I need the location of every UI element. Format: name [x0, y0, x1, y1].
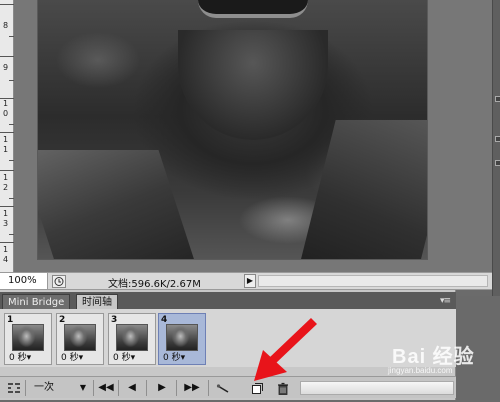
loop-options-select[interactable]: 一次 ▼ [28, 379, 90, 397]
trash-icon [278, 382, 288, 395]
timeline-toolbar: 一次 ▼ ◀◀ ◀ ▶ ▶▶ [0, 376, 456, 398]
next-frame-button[interactable]: ▶▶ [180, 379, 204, 397]
frame-thumbnail [12, 324, 44, 351]
duplicate-frame-button[interactable] [248, 379, 266, 397]
ruler-label: 1 [3, 173, 9, 182]
status-menu-arrow-button[interactable]: ▶ [244, 274, 256, 288]
timeline-panel: Mini Bridge 时间轴 ▾≡ 1 0 秒▾ 2 0 秒▾ 3 0 秒▾ … [0, 290, 456, 400]
toolbar-divider [118, 380, 119, 396]
animation-frame-1[interactable]: 1 0 秒▾ [4, 313, 52, 365]
frame-delay-dropdown[interactable]: 0 秒▾ [9, 350, 31, 363]
ruler-tick [0, 206, 14, 207]
toolbar-divider [25, 380, 26, 396]
frame-delay-dropdown[interactable]: 0 秒▾ [113, 350, 135, 363]
ruler-label: 2 [3, 183, 9, 192]
panel-tab-bar: Mini Bridge 时间轴 ▾≡ [0, 292, 456, 309]
ruler-label: 3 [3, 219, 9, 228]
image-collar-right [298, 120, 427, 259]
document-size-info: 文档:596.6K/2.67M [108, 279, 201, 290]
frame-thumbnail [116, 324, 148, 351]
toolbar-divider [146, 380, 147, 396]
panel-dock-background [456, 296, 500, 400]
document-canvas[interactable] [14, 0, 492, 272]
clock-icon [54, 277, 64, 286]
panel-menu-icon[interactable]: ▾≡ [440, 296, 451, 306]
play-button[interactable]: ▶ [152, 379, 172, 397]
animation-frame-3[interactable]: 3 0 秒▾ [108, 313, 156, 365]
scroll-marker-icon [495, 160, 500, 166]
frame-thumbnail [166, 324, 198, 351]
toolbar-divider [93, 380, 94, 396]
ruler-label: 4 [3, 255, 9, 264]
tween-button[interactable] [214, 379, 232, 397]
tween-icon [216, 384, 229, 393]
ruler-tick [0, 242, 14, 243]
ruler-tick [0, 4, 14, 5]
ruler-label: 1 [3, 135, 9, 144]
vertical-ruler: 8 9 1 0 1 1 1 2 1 3 1 4 [0, 0, 14, 272]
ruler-label: 8 [3, 21, 9, 30]
toolbar-divider [176, 380, 177, 396]
ruler-label: 1 [3, 209, 9, 218]
frame-delay-dropdown[interactable]: 0 秒▾ [163, 350, 185, 363]
vertical-scrollbar[interactable] [492, 0, 500, 296]
status-bar: 100% 文档:596.6K/2.67M ▶ [0, 272, 492, 290]
ruler-label: 1 [3, 99, 9, 108]
previous-frame-button[interactable]: ◀ [122, 379, 142, 397]
ruler-tick [0, 170, 14, 171]
frame-thumbnail [64, 324, 96, 351]
ruler-tick [0, 132, 14, 133]
image-mouth-region [198, 0, 308, 18]
timeline-scroll-track[interactable] [300, 381, 454, 395]
toolbar-divider [208, 380, 209, 396]
ruler-label: 0 [3, 109, 9, 118]
animation-frame-2[interactable]: 2 0 秒▾ [56, 313, 104, 365]
ruler-label: 1 [3, 245, 9, 254]
portrait-image [38, 0, 427, 259]
chevron-down-icon: ▼ [79, 383, 86, 392]
frame-delay-dropdown[interactable]: 0 秒▾ [61, 350, 83, 363]
ruler-label: 1 [3, 145, 9, 154]
ruler-tick [0, 56, 14, 57]
loop-option-label: 一次 [34, 382, 54, 393]
animation-frame-4[interactable]: 4 0 秒▾ [158, 313, 206, 365]
image-chin-region [178, 30, 328, 140]
zoom-level-field[interactable]: 100% [0, 273, 48, 289]
tab-timeline[interactable]: 时间轴 [76, 294, 118, 309]
horizontal-scrollbar[interactable] [258, 275, 488, 287]
delete-frame-button[interactable] [274, 379, 292, 397]
scroll-marker-icon [495, 136, 500, 142]
status-info-button[interactable] [52, 275, 66, 288]
ruler-label: 9 [3, 63, 9, 72]
first-frame-button[interactable]: ◀◀ [96, 379, 116, 397]
image-collar-left [38, 150, 198, 259]
scroll-marker-icon [495, 96, 500, 102]
convert-to-video-timeline-icon [8, 383, 20, 393]
duplicate-frame-icon [251, 383, 263, 394]
animation-frames-strip: 1 0 秒▾ 2 0 秒▾ 3 0 秒▾ 4 0 秒▾ [0, 309, 456, 367]
tab-mini-bridge[interactable]: Mini Bridge [2, 294, 71, 309]
convert-to-video-timeline-button[interactable] [6, 379, 22, 397]
